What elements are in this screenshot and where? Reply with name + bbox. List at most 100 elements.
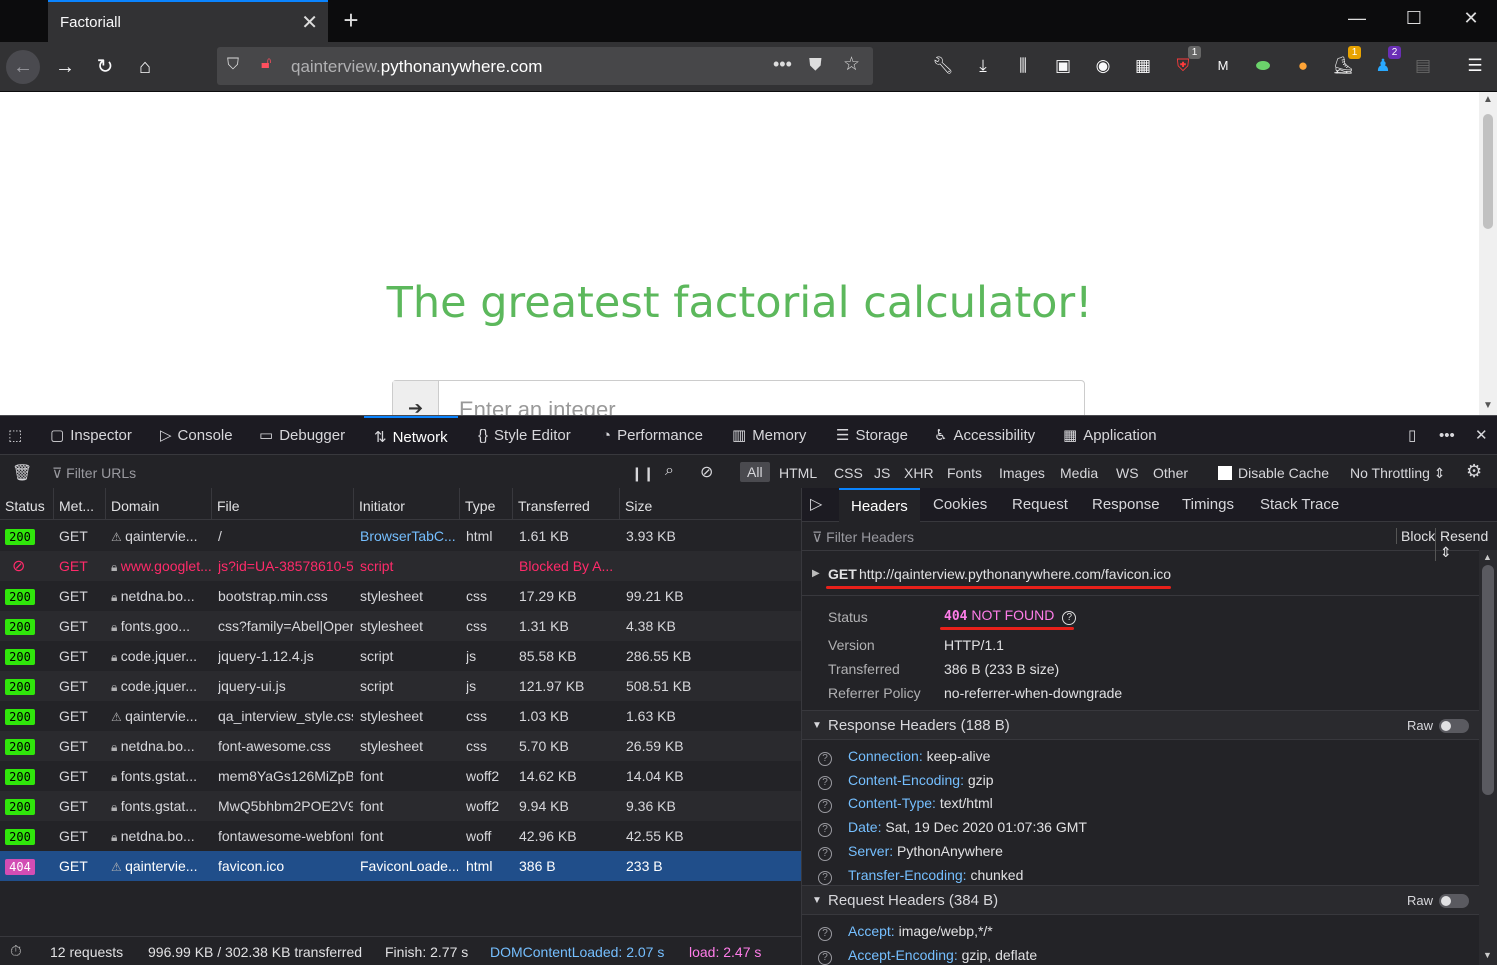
filter-images[interactable]: Images xyxy=(999,465,1045,481)
filter-urls-input[interactable]: ⊽ Filter URLs xyxy=(52,465,136,482)
table-row[interactable]: 200 GET 🔒︎ fonts.gstat... MwQ5bhbm2POE2V9 fo… xyxy=(0,791,801,821)
url-bar[interactable]: ⛉ 🔓︎ qainterview.pythonanywhere.com ••• … xyxy=(217,47,873,85)
extension-cookie-icon[interactable]: ● xyxy=(1290,53,1316,79)
details-scrollbar[interactable]: ▲ ▼ xyxy=(1479,550,1497,965)
col-status[interactable]: Status xyxy=(0,488,54,520)
responsive-design-icon[interactable]: ▯ xyxy=(1408,416,1416,455)
help-icon[interactable]: ? xyxy=(818,799,832,814)
tab-inspector[interactable]: ▢ Inspector xyxy=(50,416,132,455)
block-icon[interactable]: ⊘ xyxy=(700,462,713,482)
hamburger-menu-icon[interactable]: ☰ xyxy=(1462,53,1488,79)
raw-toggle[interactable] xyxy=(1439,719,1469,733)
col-size[interactable]: Size xyxy=(620,488,801,520)
help-icon[interactable]: ? xyxy=(818,927,832,941)
table-row[interactable]: 200 GET 🔒︎ netdna.bo... bootstrap.min.css st… xyxy=(0,581,801,611)
tab-headers[interactable]: Headers xyxy=(839,488,920,522)
col-type[interactable]: Type xyxy=(460,488,513,520)
request-headers-section[interactable]: ▼ Request Headers (384 B) Raw xyxy=(802,885,1479,915)
bookmark-star-icon[interactable]: ☆ xyxy=(843,53,860,76)
pocket-icon[interactable]: ⛊ xyxy=(809,55,822,75)
table-row[interactable]: 404 GET ⚠ qaintervie... favicon.ico FaviconL… xyxy=(0,851,801,881)
extension-grid-icon[interactable]: ▦ xyxy=(1130,53,1156,79)
scroll-up-icon[interactable]: ▲ xyxy=(1483,552,1492,562)
minimize-icon[interactable]: — xyxy=(1342,8,1372,29)
filter-other[interactable]: Other xyxy=(1153,465,1188,481)
table-row[interactable]: 200 GET 🔒︎ fonts.goo... css?family=Abel|Ope… xyxy=(0,611,801,641)
reload-icon[interactable]: ↻ xyxy=(88,50,122,84)
tab-request[interactable]: Request xyxy=(1012,488,1068,522)
filter-html[interactable]: HTML xyxy=(779,465,817,481)
tab-memory[interactable]: ▥ Memory xyxy=(732,416,806,455)
col-transferred[interactable]: Transferred xyxy=(513,488,620,520)
help-icon[interactable]: ? xyxy=(1062,611,1077,625)
expand-triangle-icon[interactable]: ▶ xyxy=(812,568,820,579)
close-devtools-icon[interactable]: ✕ xyxy=(1475,416,1488,455)
tab-response[interactable]: Response xyxy=(1092,488,1160,522)
scroll-down-icon[interactable]: ▼ xyxy=(1483,950,1492,960)
trash-icon[interactable]: 🗑︎ xyxy=(12,463,32,483)
table-row[interactable]: 200 GET 🔒︎ fonts.gstat... mem8YaGs126MiZpBA… xyxy=(0,761,801,791)
help-icon[interactable]: ? xyxy=(818,950,832,965)
download-icon[interactable]: ⤓ xyxy=(970,53,996,79)
tab-console[interactable]: ▷ Console xyxy=(160,416,233,455)
tab-accessibility[interactable]: ♿︎ Accessibility xyxy=(934,416,1035,455)
table-row[interactable]: 200 GET 🔒︎ netdna.bo... font-awesome.css sty… xyxy=(0,731,801,761)
search-icon[interactable]: ⌕ xyxy=(665,462,674,480)
gear-icon[interactable]: ⚙ xyxy=(1466,461,1482,482)
filter-js[interactable]: JS xyxy=(874,465,890,481)
integer-input[interactable]: Enter an integer xyxy=(459,397,616,415)
extension-m-icon[interactable]: M xyxy=(1210,53,1236,79)
wrench-icon[interactable]: 🔧︎ xyxy=(930,53,956,79)
filter-xhr[interactable]: XHR xyxy=(904,465,934,481)
help-icon[interactable]: ? xyxy=(818,846,832,861)
insecure-lock-icon[interactable]: 🔓︎ xyxy=(261,55,271,73)
scroll-up-icon[interactable]: ▲ xyxy=(1483,94,1493,105)
block-button[interactable]: Block xyxy=(1396,528,1435,544)
new-tab-icon[interactable]: + xyxy=(338,5,364,36)
browser-tab[interactable]: Factoriall ✕ xyxy=(48,0,328,42)
tab-style-editor[interactable]: {} Style Editor xyxy=(478,416,571,455)
shield-icon[interactable]: ⛉ xyxy=(227,56,239,74)
filter-all[interactable]: All xyxy=(740,462,770,482)
disable-cache-checkbox[interactable]: Disable Cache xyxy=(1218,465,1329,481)
filter-css[interactable]: CSS xyxy=(834,465,863,481)
page-actions-icon[interactable]: ••• xyxy=(773,54,792,75)
raw-toggle[interactable] xyxy=(1439,894,1469,908)
table-row[interactable]: 200 GET 🔒︎ netdna.bo... fontawesome-webfont… xyxy=(0,821,801,851)
tab-network[interactable]: ⇅ Network xyxy=(364,416,458,455)
tab-stack-trace[interactable]: Stack Trace xyxy=(1260,488,1339,522)
extension-js-icon[interactable]: ⬬ xyxy=(1250,53,1276,79)
page-scroll-thumb[interactable] xyxy=(1483,114,1493,229)
response-headers-section[interactable]: ▼ Response Headers (188 B) Raw xyxy=(802,710,1479,740)
tab-performance[interactable]: ◔ Performance xyxy=(602,416,703,455)
help-icon[interactable]: ? xyxy=(818,823,832,838)
throttling-select[interactable]: No Throttling ⇕ xyxy=(1350,465,1446,482)
page-scrollbar[interactable]: ▲ ▼ xyxy=(1479,92,1497,415)
url-text[interactable]: qainterview.pythonanywhere.com xyxy=(291,57,542,77)
tab-cookies[interactable]: Cookies xyxy=(933,488,987,522)
filter-ws[interactable]: WS xyxy=(1116,465,1139,481)
help-icon[interactable]: ? xyxy=(818,752,832,766)
back-icon[interactable]: ← xyxy=(6,50,40,84)
tab-storage[interactable]: ☰ Storage xyxy=(836,416,908,455)
request-url[interactable]: http://qainterview.pythonanywhere.com/fa… xyxy=(859,566,1171,582)
tab-application[interactable]: ▦ Application xyxy=(1063,416,1157,455)
library-icon[interactable]: ⫼ xyxy=(1010,53,1036,79)
element-picker-icon[interactable]: ⬚ xyxy=(8,416,22,455)
details-scroll-thumb[interactable] xyxy=(1482,565,1494,795)
extension-se-icon[interactable]: ▤ xyxy=(1410,53,1436,79)
help-icon[interactable]: ? xyxy=(818,870,832,885)
table-row[interactable]: 200 GET 🔒︎ code.jquer... jquery-1.12.4.js sc… xyxy=(0,641,801,671)
maximize-icon[interactable]: ☐ xyxy=(1399,8,1429,29)
sidebar-icon[interactable]: ▣ xyxy=(1050,53,1076,79)
table-row[interactable]: ⊘ GET 🔒︎ www.googlet... js?id=UA-38578610-5… xyxy=(0,551,801,581)
filter-media[interactable]: Media xyxy=(1060,465,1098,481)
stopwatch-icon[interactable]: ⏱ xyxy=(10,943,22,960)
col-domain[interactable]: Domain xyxy=(106,488,212,520)
table-row[interactable]: 200 GET 🔒︎ code.jquer... jquery-ui.js script… xyxy=(0,671,801,701)
home-icon[interactable]: ⌂ xyxy=(128,50,162,84)
close-tab-icon[interactable]: ✕ xyxy=(301,10,318,35)
help-icon[interactable]: ? xyxy=(818,775,832,790)
close-window-icon[interactable]: ✕ xyxy=(1456,8,1486,29)
filter-fonts[interactable]: Fonts xyxy=(947,465,982,481)
